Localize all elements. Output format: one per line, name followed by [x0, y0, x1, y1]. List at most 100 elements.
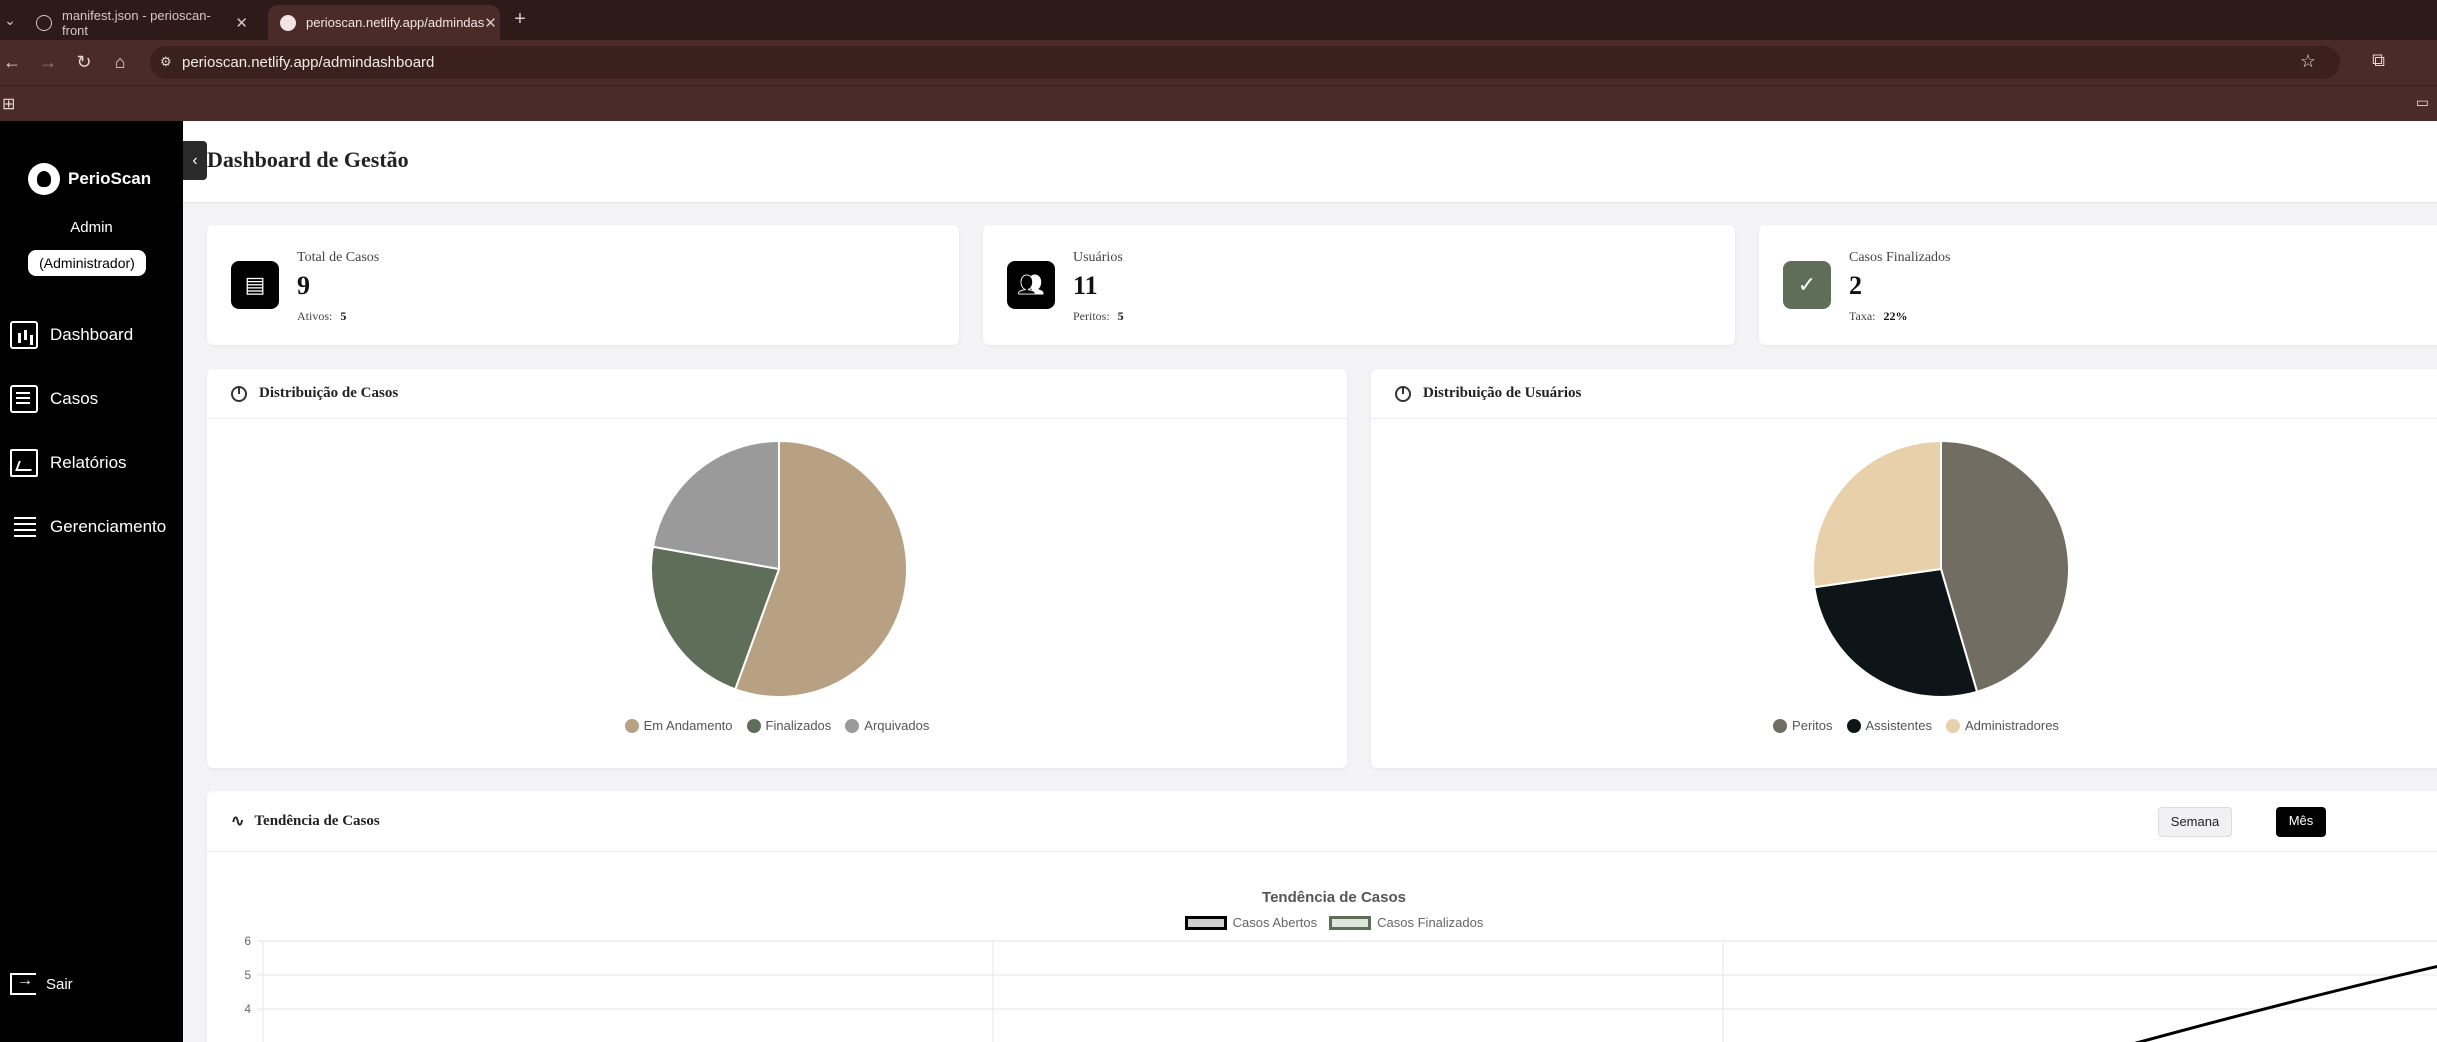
legend-swatch	[1846, 718, 1861, 733]
cases-pie-chart	[650, 439, 908, 698]
browser-toolbar: ← → ↻ ⌂ ⚙ perioscan.netlify.app/admindas…	[0, 40, 2437, 85]
legend-label: Peritos	[1792, 718, 1833, 733]
stat-value: 11	[1073, 271, 1098, 300]
check-circle-icon: ✓	[1783, 261, 1831, 309]
tab-title: perioscan.netlify.app/admindas	[306, 15, 485, 30]
sidebar-item-relatorios[interactable]: Relatórios	[10, 449, 127, 477]
legend-item[interactable]: Finalizados	[746, 718, 832, 733]
pie-slice-administradores[interactable]	[1812, 439, 1942, 589]
legend-item[interactable]: Em Andamento	[624, 718, 733, 733]
tab-search-icon[interactable]: ⌄	[0, 8, 20, 32]
series-line-casos-abertos	[2134, 964, 2437, 1042]
stat-label: Usuários	[1073, 250, 1123, 265]
legend-item[interactable]: Arquivados	[845, 718, 929, 733]
brand[interactable]: PerioScan	[28, 163, 151, 195]
legend-label: Administradores	[1965, 718, 2059, 733]
sidebar-item-label: Relatórios	[50, 453, 127, 472]
legend-swatch	[624, 718, 639, 733]
collapse-sidebar-button[interactable]: ‹	[183, 141, 207, 180]
user-role-badge: (Administrador)	[28, 250, 146, 276]
stat-card-users: 👥︎ Usuários 11 Peritos: 5	[983, 225, 1735, 345]
brand-name: PerioScan	[68, 169, 152, 188]
back-icon[interactable]: ←	[0, 50, 24, 74]
netlify-icon	[280, 14, 296, 31]
legend-item[interactable]: Assistentes	[1846, 718, 1932, 733]
sidebar-item-label: Dashboard	[50, 325, 134, 344]
forward-icon[interactable]: →	[36, 50, 60, 74]
trend-line-chart: 6 5 4	[244, 934, 2437, 1042]
stat-sub-label: Peritos:	[1073, 309, 1110, 323]
reload-icon[interactable]: ↻	[72, 50, 96, 74]
browser-tab-active[interactable]: perioscan.netlify.app/admindas ✕	[268, 5, 500, 40]
pie-slice-arquivados[interactable]	[651, 439, 780, 571]
stat-card-finished-cases: ✓ Casos Finalizados 2 Taxa: 22%	[1759, 225, 2437, 345]
y-tick-label: 5	[244, 968, 251, 982]
legend-item[interactable]: Administradores	[1946, 718, 2059, 733]
legend-label: Assistentes	[1865, 718, 1932, 733]
stat-sub-label: Taxa:	[1849, 309, 1876, 323]
stat-sub: Ativos: 5	[297, 309, 346, 324]
document-icon: ▤	[231, 261, 279, 309]
stat-label: Total de Casos	[297, 250, 380, 265]
cases-pie-legend: Em Andamento Finalizados Arquivados	[207, 718, 1347, 733]
sidebar: PerioScan Admin (Administrador) Dashboar…	[0, 121, 183, 1042]
apps-grid-icon[interactable]: ⊞	[2, 94, 15, 114]
cases-distribution-panel: Distribuição de Casos Em Andamento Finali…	[207, 369, 1347, 768]
management-icon	[10, 513, 38, 541]
sidebar-item-label: Casos	[50, 389, 99, 408]
bookmark-star-icon[interactable]: ☆	[2300, 51, 2316, 72]
folder-icon[interactable]: ▭	[2416, 94, 2429, 111]
browser-tab[interactable]: manifest.json - perioscan-front ✕	[24, 5, 260, 40]
user-name: Admin	[70, 219, 113, 236]
sidebar-item-gerenciamento[interactable]: Gerenciamento	[10, 513, 166, 541]
page-header: ‹ Dashboard de Gestão	[183, 121, 2437, 203]
stat-label: Casos Finalizados	[1849, 250, 1951, 265]
stat-sub-value: 22%	[1883, 309, 1908, 323]
sidebar-item-casos[interactable]: Casos	[10, 385, 98, 413]
y-tick-label: 6	[244, 934, 251, 948]
users-icon: 👥︎	[1007, 261, 1055, 309]
browser-tabbar: ⌄ manifest.json - perioscan-front ✕ peri…	[0, 0, 2437, 40]
github-icon	[36, 14, 52, 31]
logout-button[interactable]: Sair	[10, 972, 73, 995]
tab-title: manifest.json - perioscan-front	[62, 7, 211, 38]
legend-label: Arquivados	[864, 718, 930, 733]
sidebar-item-label: Gerenciamento	[50, 517, 167, 536]
close-icon[interactable]: ✕	[484, 14, 497, 32]
legend-swatch	[746, 718, 761, 733]
legend-label: Em Andamento	[643, 718, 733, 733]
close-icon[interactable]: ✕	[235, 14, 248, 32]
stat-value: 9	[297, 271, 310, 300]
logout-icon	[10, 972, 36, 995]
stat-sub-value: 5	[1117, 309, 1124, 323]
new-tab-icon[interactable]: +	[508, 8, 532, 32]
extensions-icon[interactable]: ⧉	[2372, 50, 2385, 71]
users-distribution-panel: Distribuição de Usuários Peritos Assisten…	[1371, 369, 2437, 768]
chevron-left-icon: ‹	[192, 152, 198, 169]
legend-item[interactable]: Peritos	[1773, 718, 1833, 733]
page-title: Dashboard de Gestão	[207, 147, 409, 172]
legend-label: Finalizados	[765, 718, 832, 733]
address-bar[interactable]: ⚙ perioscan.netlify.app/admindashboard ☆	[150, 46, 2340, 79]
legend-swatch	[845, 718, 860, 733]
main-content: ‹ Dashboard de Gestão ▤ Total de Casos 9…	[183, 121, 2437, 1042]
cases-trend-panel: ∿ Tendência de Casos Semana Mês Tendênci…	[207, 791, 2437, 1042]
y-tick-label: 4	[244, 1002, 251, 1016]
users-pie-chart	[1812, 439, 2070, 698]
logout-label: Sair	[46, 975, 73, 993]
site-info-icon[interactable]: ⚙	[160, 54, 172, 70]
stat-sub: Taxa: 22%	[1849, 309, 1907, 324]
dashboard-icon	[10, 321, 38, 349]
home-icon[interactable]: ⌂	[108, 50, 132, 74]
users-pie-legend: Peritos Assistentes Administradores	[1371, 718, 2437, 733]
stat-card-total-cases: ▤ Total de Casos 9 Ativos: 5	[207, 225, 959, 345]
legend-swatch	[1773, 718, 1788, 733]
stat-sub-label: Ativos:	[297, 309, 333, 323]
legend-swatch	[1946, 718, 1960, 733]
url-text[interactable]: perioscan.netlify.app/admindashboard	[182, 54, 434, 71]
stat-sub: Peritos: 5	[1073, 309, 1124, 324]
sidebar-item-dashboard[interactable]: Dashboard	[10, 321, 133, 349]
reports-icon	[10, 449, 38, 477]
tooth-logo-icon	[28, 163, 60, 195]
bookmarks-bar: ⊞ ▭	[0, 85, 2437, 121]
